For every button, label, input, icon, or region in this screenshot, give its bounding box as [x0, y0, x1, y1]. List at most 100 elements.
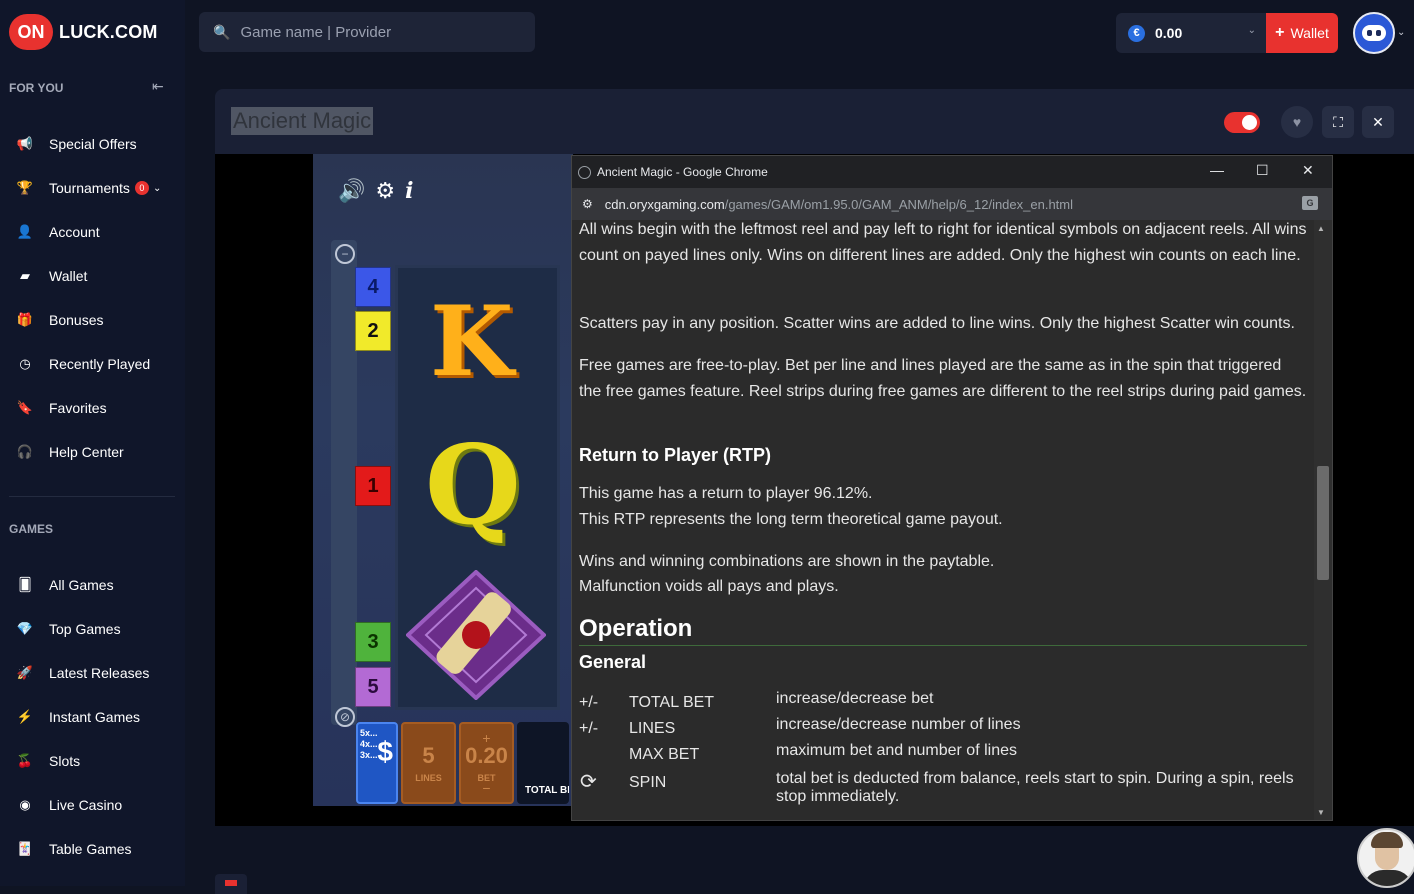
euro-icon: € [1128, 24, 1145, 42]
sidebar-item-wallet[interactable]: ▰ Wallet [16, 265, 87, 287]
diamond-icon: 💎 [16, 621, 34, 636]
info-icon[interactable]: i [405, 178, 413, 204]
sound-icon[interactable]: 🔊 [338, 178, 365, 204]
rtp-heading: Return to Player (RTP) [579, 445, 772, 465]
heading-rule [579, 645, 1307, 646]
logo-text: LUCK.COM [59, 21, 158, 42]
sidebar-item-label: Special Offers [49, 136, 137, 152]
balance-selector[interactable]: € 0.00 ⌄ [1116, 13, 1266, 53]
lines-control[interactable]: 5 LINES [401, 722, 456, 804]
sidebar-item-label: Top Games [49, 621, 121, 637]
rocket-icon: 🚀 [16, 665, 34, 680]
rtp-line: This RTP represents the long term theore… [579, 511, 1003, 528]
wallet-button[interactable]: + Wallet [1266, 13, 1338, 53]
real-play-toggle[interactable] [1224, 112, 1260, 133]
scroll-down-icon[interactable]: ▼ [1317, 808, 1325, 817]
general-heading: General [579, 652, 647, 672]
chevron-down-icon: ⌄ [1247, 25, 1256, 36]
logo-badge: ON [9, 14, 53, 50]
help-paragraph: All wins begin with the leftmost reel an… [579, 221, 1307, 264]
scroll-up-icon[interactable]: ▲ [1317, 224, 1325, 233]
sidebar-item-instant-games[interactable]: ⚡ Instant Games [16, 706, 140, 728]
balance-amount: 0.00 [1155, 25, 1183, 41]
gift-icon: 🎁 [16, 312, 34, 327]
search-bar[interactable]: 🔍 [199, 12, 535, 52]
clock-icon: ◷ [19, 356, 31, 371]
site-settings-icon[interactable]: ⚙ [582, 197, 593, 211]
line-marker[interactable]: 4 [355, 267, 391, 307]
sidebar-item-bonuses[interactable]: 🎁 Bonuses [16, 309, 104, 331]
roulette-icon: ◉ [19, 797, 31, 812]
sidebar-item-label: Wallet [49, 268, 88, 284]
sidebar-item-label: Live Casino [49, 797, 123, 813]
games-heading: GAMES [9, 522, 54, 536]
op-name: TOTAL BET [629, 694, 715, 711]
close-icon: ✕ [1372, 113, 1384, 130]
sidebar-item-all-games[interactable]: 🂠 All Games [16, 574, 113, 596]
tournaments-badge: 0 [134, 181, 149, 195]
avatar[interactable] [1353, 12, 1395, 54]
op-desc: total bet is deducted from balance, reel… [776, 770, 1294, 805]
agent-suit [1363, 870, 1413, 886]
close-game-button[interactable]: ✕ [1362, 106, 1394, 138]
chevron-down-icon[interactable]: ⌄ [153, 183, 161, 194]
dollar-icon: $ [377, 736, 393, 767]
bet-value: 0.20 [465, 743, 508, 768]
sidebar-item-account[interactable]: 👤 Account [16, 221, 100, 243]
sidebar-item-latest-releases[interactable]: 🚀 Latest Releases [16, 662, 150, 684]
bet-control[interactable]: + 0.20 BET − [459, 722, 514, 804]
scroll-thumb[interactable] [1317, 466, 1329, 580]
minus-icon[interactable]: − [335, 244, 355, 264]
agent-hair [1371, 832, 1403, 848]
brand-logo[interactable]: ON LUCK.COM [9, 14, 158, 50]
king-symbol-icon: K [430, 285, 514, 398]
paytable-button[interactable]: 5x... 4x... 3x... $ [356, 722, 398, 804]
line-marker[interactable]: 5 [355, 667, 391, 707]
spin-icon: ⟳ [580, 771, 597, 793]
sidebar-item-favorites[interactable]: 🔖 Favorites [16, 397, 107, 419]
translate-icon[interactable]: G [1302, 196, 1318, 210]
fullscreen-icon: ⛶ [1333, 113, 1343, 130]
trophy-icon: 🏆 [16, 180, 34, 195]
game-title: Ancient Magic [231, 107, 374, 135]
sidebar-item-special-offers[interactable]: 📢 Special Offers [16, 133, 137, 155]
collapse-sidebar-icon[interactable]: ⇤ [152, 78, 164, 95]
line-marker[interactable]: 1 [355, 466, 391, 506]
maximize-icon[interactable]: ☐ [1256, 162, 1269, 179]
address-bar[interactable]: ⚙ cdn.oryxgaming.com/games/GAM/om1.95.0/… [572, 188, 1332, 220]
plus-icon: + [1275, 24, 1285, 41]
op-name: MAX BET [629, 746, 700, 763]
support-agent-avatar[interactable] [1357, 828, 1414, 888]
fullscreen-button[interactable]: ⛶ [1322, 106, 1354, 138]
lines-label: LINES [415, 773, 442, 783]
minimize-icon[interactable]: — [1210, 162, 1224, 178]
sidebar-item-recently-played[interactable]: ◷ Recently Played [16, 353, 150, 375]
sidebar-item-table-games[interactable]: 🃏 Table Games [16, 838, 132, 860]
chrome-help-window: Ancient Magic - Google Chrome — ☐ ✕ ⚙ cd… [571, 155, 1333, 821]
sidebar-item-top-games[interactable]: 💎 Top Games [16, 618, 121, 640]
plus-icon[interactable]: + [482, 731, 490, 745]
chevron-down-icon[interactable]: ⌄ [1397, 27, 1405, 38]
gear-icon[interactable]: ⚙ [375, 178, 395, 204]
cards-icon: 🂠 [18, 577, 32, 592]
no-entry-icon[interactable]: ⊘ [335, 707, 355, 727]
sidebar-item-label: Help Center [49, 444, 124, 460]
close-icon[interactable]: ✕ [1302, 162, 1314, 179]
minus-icon[interactable]: − [482, 781, 490, 795]
sidebar-item-tournaments[interactable]: 🏆 Tournaments 0 ⌄ [16, 177, 161, 199]
favorite-button[interactable]: ♥ [1281, 106, 1313, 138]
line-marker[interactable]: 3 [355, 622, 391, 662]
op-name: SPIN [629, 774, 667, 791]
search-input[interactable] [240, 23, 521, 41]
chat-button[interactable] [215, 874, 247, 894]
lightning-icon: ⚡ [16, 709, 34, 724]
cherries-icon: 🍒 [16, 753, 34, 768]
sidebar-item-help-center[interactable]: 🎧 Help Center [16, 441, 124, 463]
op-desc: maximum bet and number of lines [776, 742, 1017, 759]
line-marker[interactable]: 2 [355, 311, 391, 351]
sidebar-item-label: Recently Played [49, 356, 151, 372]
sidebar-item-live-casino[interactable]: ◉ Live Casino [16, 794, 122, 816]
op-desc: increase/decrease bet [776, 690, 934, 707]
total-bet-label: TOTAL BET [525, 785, 569, 796]
sidebar-item-slots[interactable]: 🍒 Slots [16, 750, 80, 772]
